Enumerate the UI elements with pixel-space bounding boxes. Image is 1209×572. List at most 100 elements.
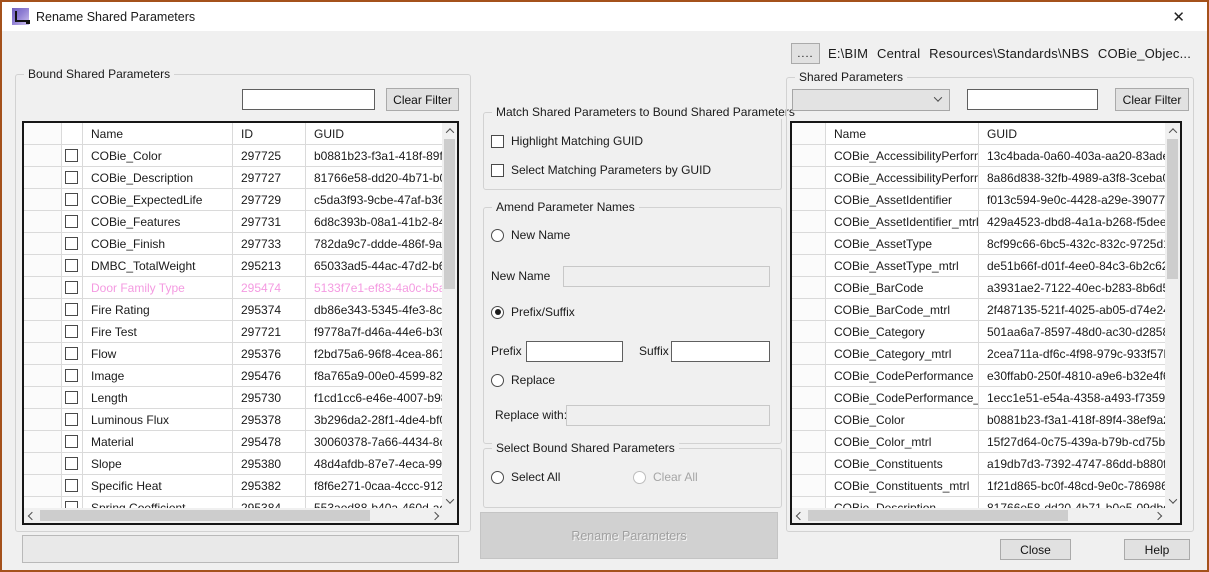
table-row[interactable]: Flow295376f2bd75a6-96f8-4cea-8614-e	[24, 343, 442, 365]
scrollbar-thumb[interactable]	[444, 139, 455, 289]
cell-guid: b0881b23-f3a1-418f-89f4-3	[306, 145, 442, 166]
scroll-left-icon[interactable]	[792, 508, 807, 523]
bound-filter-input[interactable]	[242, 89, 375, 110]
table-row[interactable]: COBie_AccessibilityPerform...13c4bada-0a…	[792, 145, 1165, 167]
table-row[interactable]: Specific Heat295382f8f6e271-0caa-4ccc-91…	[24, 475, 442, 497]
table-row[interactable]: Image295476f8a765a9-00e0-4599-82a7-	[24, 365, 442, 387]
row-checkbox[interactable]	[65, 193, 78, 206]
table-row[interactable]: COBie_AssetIdentifier_mtrl429a4523-dbd8-…	[792, 211, 1165, 233]
row-checkbox[interactable]	[65, 171, 78, 184]
header-name[interactable]: Name	[83, 123, 233, 144]
row-checkbox[interactable]	[65, 215, 78, 228]
help-button[interactable]: Help	[1124, 539, 1190, 560]
scrollbar-thumb[interactable]	[40, 510, 370, 521]
row-checkbox[interactable]	[65, 369, 78, 382]
table-row[interactable]: Slope29538048d4afdb-87e7-4eca-9914-	[24, 453, 442, 475]
bound-vertical-scrollbar[interactable]	[442, 123, 457, 508]
scroll-up-icon[interactable]	[442, 123, 457, 138]
window-title: Rename Shared Parameters	[36, 10, 195, 24]
highlight-matching-guid-option[interactable]: Highlight Matching GUID	[491, 134, 643, 148]
table-row[interactable]: Door Family Type2954745133f7e1-ef83-4a0c…	[24, 277, 442, 299]
row-checkbox[interactable]	[65, 413, 78, 426]
table-row[interactable]: COBie_Description29772781766e58-dd20-4b7…	[24, 167, 442, 189]
prefix-suffix-radio[interactable]	[491, 306, 504, 319]
header-guid[interactable]: GUID	[306, 123, 442, 144]
scrollbar-thumb[interactable]	[808, 510, 1068, 521]
table-row[interactable]: COBie_CodePerformance_...1ecc1e51-e54a-4…	[792, 387, 1165, 409]
cell-guid: 65033ad5-44ac-47d2-b6f8-	[306, 255, 442, 276]
close-button[interactable]: Close	[1000, 539, 1071, 560]
table-row[interactable]: COBie_AssetType_mtrlde51b66f-d01f-4ee0-8…	[792, 255, 1165, 277]
table-row[interactable]: Fire Test297721f9778a7f-d46a-44e6-b30d-8	[24, 321, 442, 343]
scroll-right-icon[interactable]	[427, 508, 442, 523]
scrollbar-thumb[interactable]	[1167, 139, 1178, 279]
shared-horizontal-scrollbar[interactable]	[792, 508, 1165, 523]
table-row[interactable]: COBie_ExpectedLife297729c5da3f93-9cbe-47…	[24, 189, 442, 211]
scroll-left-icon[interactable]	[24, 508, 39, 523]
prefix-suffix-option[interactable]: Prefix/Suffix	[491, 305, 575, 319]
scroll-down-icon[interactable]	[1165, 493, 1180, 508]
suffix-input[interactable]	[671, 341, 770, 362]
header-name[interactable]: Name	[826, 123, 979, 144]
row-checkbox[interactable]	[65, 149, 78, 162]
bound-clear-filter-button[interactable]: Clear Filter	[386, 88, 459, 111]
shared-filter-input[interactable]	[967, 89, 1098, 110]
replace-radio[interactable]	[491, 374, 504, 387]
cell-id: 297721	[233, 321, 306, 342]
select-matching-by-guid-option[interactable]: Select Matching Parameters by GUID	[491, 163, 711, 177]
table-row[interactable]: COBie_AssetType8cf99c66-6bc5-432c-832c-9…	[792, 233, 1165, 255]
shared-vertical-scrollbar[interactable]	[1165, 123, 1180, 508]
prefix-input[interactable]	[526, 341, 623, 362]
select-all-option[interactable]: Select All	[491, 470, 560, 484]
scroll-up-icon[interactable]	[1165, 123, 1180, 138]
browse-button[interactable]: ....	[791, 43, 820, 64]
table-row[interactable]: COBie_Category_mtrl2cea711a-df6c-4f98-97…	[792, 343, 1165, 365]
header-guid[interactable]: GUID	[979, 123, 1165, 144]
table-row[interactable]: COBie_Constituents_mtrl1f21d865-bc0f-48c…	[792, 475, 1165, 497]
table-row[interactable]: COBie_Color_mtrl15f27d64-0c75-439a-b79b-…	[792, 431, 1165, 453]
table-row[interactable]: COBie_AccessibilityPerform...8a86d838-32…	[792, 167, 1165, 189]
table-row[interactable]: Length295730f1cd1cc6-e46e-4007-b980-	[24, 387, 442, 409]
bound-horizontal-scrollbar[interactable]	[24, 508, 442, 523]
row-checkbox[interactable]	[65, 347, 78, 360]
table-row[interactable]: Material29547830060378-7a66-4434-8c81	[24, 431, 442, 453]
table-row[interactable]: COBie_Features2977316d8c393b-08a1-41b2-8…	[24, 211, 442, 233]
row-checkbox[interactable]	[65, 303, 78, 316]
rename-parameters-button[interactable]: Rename Parameters	[480, 512, 778, 559]
match-parameters-group: Match Shared Parameters to Bound Shared …	[483, 112, 782, 190]
table-row[interactable]: COBie_Color297725b0881b23-f3a1-418f-89f4…	[24, 145, 442, 167]
table-row[interactable]: COBie_Colorb0881b23-f3a1-418f-89f4-38ef9…	[792, 409, 1165, 431]
select-all-radio[interactable]	[491, 471, 504, 484]
parameter-group-dropdown[interactable]	[792, 89, 950, 111]
select-matching-by-guid-checkbox[interactable]	[491, 164, 504, 177]
new-name-field-label: New Name	[491, 269, 550, 283]
highlight-matching-guid-checkbox[interactable]	[491, 135, 504, 148]
table-row[interactable]: COBie_BarCodea3931ae2-7122-40ec-b283-8b6…	[792, 277, 1165, 299]
replace-option[interactable]: Replace	[491, 373, 555, 387]
row-checkbox[interactable]	[65, 457, 78, 470]
table-row[interactable]: COBie_AssetIdentifierf013c594-9e0c-4428-…	[792, 189, 1165, 211]
row-checkbox[interactable]	[65, 479, 78, 492]
row-checkbox[interactable]	[65, 391, 78, 404]
table-row[interactable]: Luminous Flux2953783b296da2-28f1-4de4-bf…	[24, 409, 442, 431]
cell-id: 297727	[233, 167, 306, 188]
row-checkbox[interactable]	[65, 281, 78, 294]
new-name-radio[interactable]	[491, 229, 504, 242]
row-checkbox[interactable]	[65, 325, 78, 338]
scroll-right-icon[interactable]	[1150, 508, 1165, 523]
new-name-option[interactable]: New Name	[491, 228, 570, 242]
header-id[interactable]: ID	[233, 123, 306, 144]
table-row[interactable]: COBie_Finish297733782da9c7-ddde-486f-9a3…	[24, 233, 442, 255]
table-row[interactable]: COBie_Constituentsa19db7d3-7392-4747-86d…	[792, 453, 1165, 475]
table-row[interactable]: DMBC_TotalWeight29521365033ad5-44ac-47d2…	[24, 255, 442, 277]
table-row[interactable]: Fire Rating295374db86e343-5345-4fe3-8ced…	[24, 299, 442, 321]
row-checkbox[interactable]	[65, 259, 78, 272]
scroll-down-icon[interactable]	[442, 493, 457, 508]
shared-clear-filter-button[interactable]: Clear Filter	[1115, 88, 1189, 111]
table-row[interactable]: COBie_CodePerformancee30ffab0-250f-4810-…	[792, 365, 1165, 387]
row-checkbox[interactable]	[65, 435, 78, 448]
close-icon[interactable]: ✕	[1172, 8, 1185, 26]
table-row[interactable]: COBie_BarCode_mtrl2f487135-521f-4025-ab0…	[792, 299, 1165, 321]
table-row[interactable]: COBie_Category501aa6a7-8597-48d0-ac30-d2…	[792, 321, 1165, 343]
row-checkbox[interactable]	[65, 237, 78, 250]
